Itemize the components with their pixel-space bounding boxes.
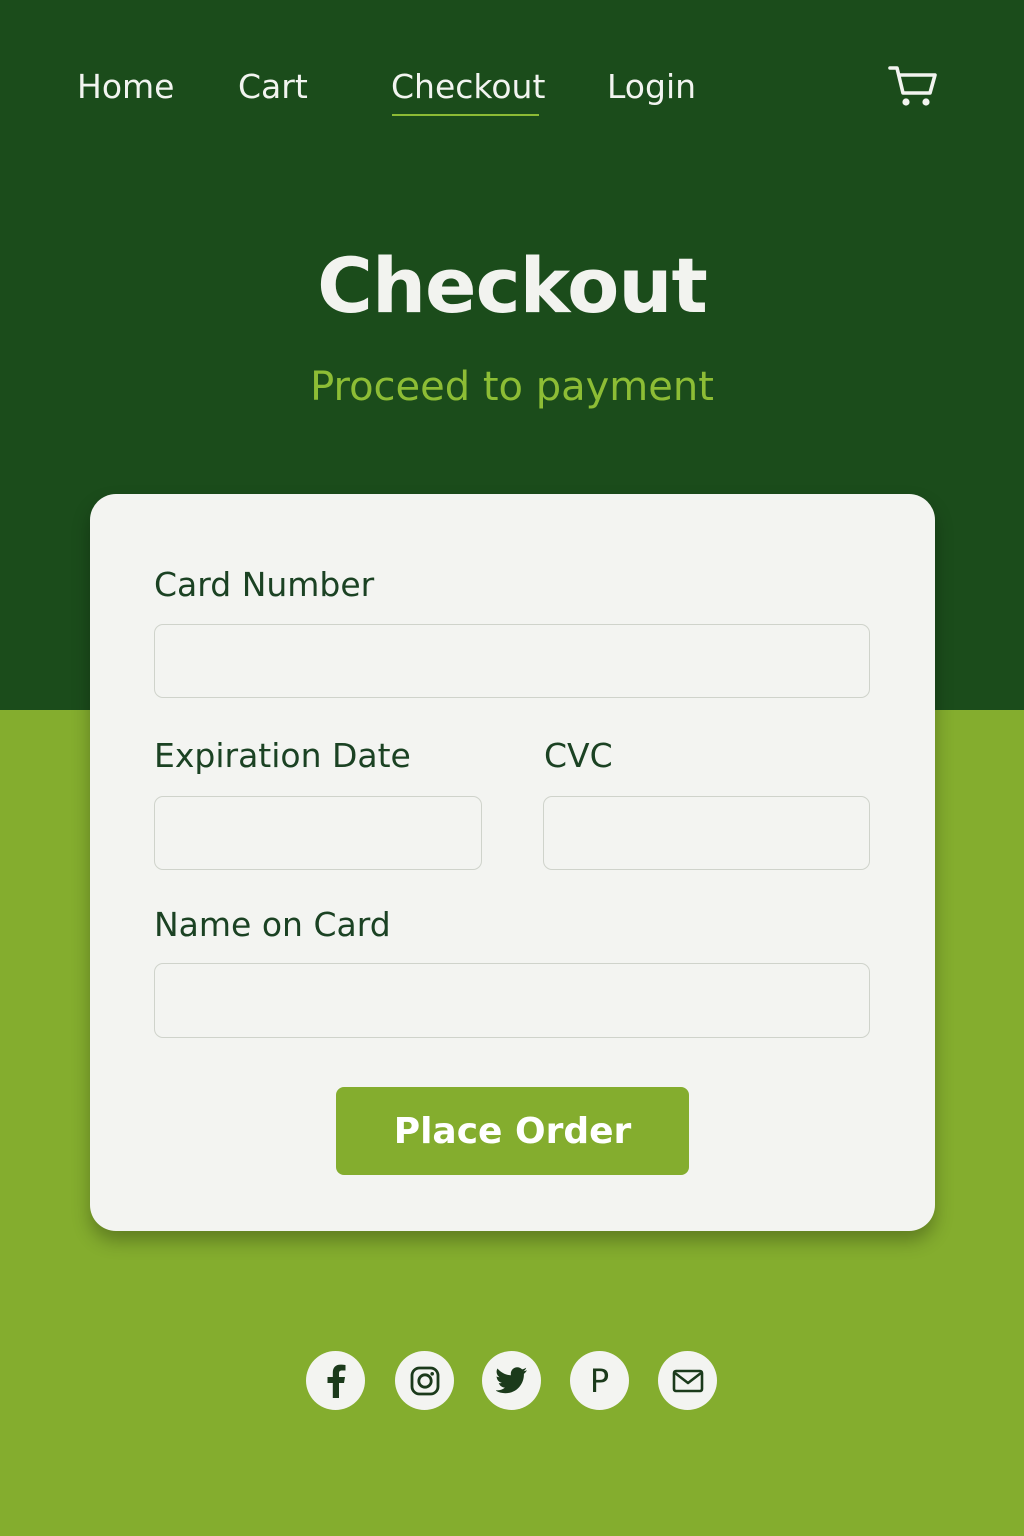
email-icon[interactable] (658, 1351, 717, 1410)
nav-item-login[interactable]: Login (607, 66, 696, 108)
expiration-date-label: Expiration Date (154, 736, 411, 775)
expiration-date-input[interactable] (154, 796, 482, 870)
name-on-card-label: Name on Card (154, 905, 391, 944)
checkout-page: Home Cart Checkout Login Checkout Procee… (0, 0, 1024, 1536)
nav-active-indicator (392, 114, 539, 116)
instagram-icon[interactable] (395, 1351, 454, 1410)
page-subtitle: Proceed to payment (310, 364, 714, 410)
nav-item-home[interactable]: Home (77, 66, 174, 108)
nav-item-cart[interactable]: Cart (238, 66, 308, 108)
card-number-input[interactable] (154, 624, 870, 698)
facebook-icon[interactable] (306, 1351, 365, 1410)
pinterest-glyph: P (589, 1361, 610, 1400)
cvc-input[interactable] (543, 796, 870, 870)
card-number-label: Card Number (154, 565, 375, 604)
nav-item-checkout[interactable]: Checkout (391, 66, 545, 108)
twitter-icon[interactable] (482, 1351, 541, 1410)
shopping-cart-icon[interactable] (886, 62, 938, 110)
pinterest-icon[interactable]: P (570, 1351, 629, 1410)
name-on-card-input[interactable] (154, 963, 870, 1038)
payment-form-card: Card Number Expiration Date CVC Name on … (90, 494, 935, 1231)
place-order-button[interactable]: Place Order (336, 1087, 689, 1175)
page-title: Checkout (317, 241, 708, 330)
cvc-label: CVC (544, 736, 613, 775)
